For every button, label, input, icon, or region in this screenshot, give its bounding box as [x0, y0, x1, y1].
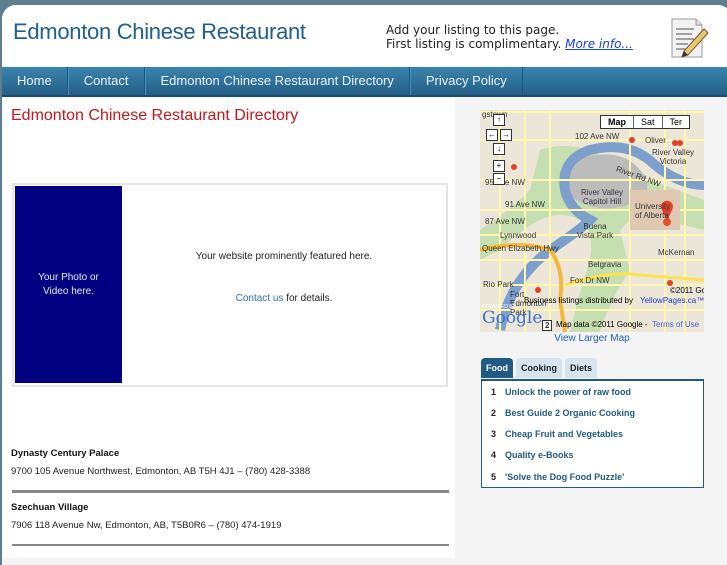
- map-label: Belgravia: [588, 260, 622, 269]
- map-label: Lynnwood: [500, 231, 537, 240]
- list-item-number: 3: [491, 429, 497, 439]
- map-label: River Valley Victoria: [651, 148, 695, 166]
- route-shield: 2: [542, 320, 553, 331]
- list-item-link[interactable]: Unlock the power of raw food: [505, 387, 631, 397]
- map-label: 102 Ave NW: [575, 132, 620, 141]
- map-copyright: ©2011 Google -: [670, 286, 704, 295]
- pan-right-icon[interactable]: →: [500, 129, 512, 141]
- map-data-text: Map data ©2011 Google -: [556, 320, 648, 329]
- photo-placeholder: Your Photo or Video here.: [15, 186, 122, 383]
- promo-line-2: First listing is complimentary. More inf…: [386, 37, 633, 51]
- listing-item: Dynasty Century Palace 9700 105 Avenue N…: [11, 448, 310, 477]
- contact-us-link[interactable]: Contact us: [236, 293, 284, 304]
- map-type-map[interactable]: Map: [601, 116, 634, 128]
- map-type-control: Map Sat Ter: [600, 115, 691, 129]
- listing-divider: [12, 490, 449, 493]
- pan-up-icon[interactable]: ↑: [493, 114, 505, 126]
- map-label: Fox Dr NW: [570, 276, 610, 285]
- terms-of-use-link[interactable]: Terms of Use: [652, 320, 699, 329]
- promo-line-2-text: First listing is complimentary.: [386, 37, 562, 51]
- pan-left-icon[interactable]: ←: [486, 129, 498, 141]
- more-info-link[interactable]: More info...: [565, 37, 633, 51]
- listing-item: Szechuan Village 7906 118 Avenue Nw, Edm…: [11, 502, 281, 531]
- listing-address: 7906 118 Avenue Nw, Edmonton, AB, T5B0R6…: [11, 520, 282, 531]
- zoom-out-icon[interactable]: −: [493, 173, 505, 185]
- pan-down-icon[interactable]: ↓: [493, 143, 505, 155]
- list-item: 5 'Solve the Dog Food Puzzle': [491, 472, 624, 482]
- tab-food[interactable]: Food: [481, 358, 513, 378]
- featured-listing-box: Your Photo or Video here. Your website p…: [12, 183, 448, 387]
- main-nav: Home Contact Edmonton Chinese Restaurant…: [2, 67, 727, 97]
- listing-name: Szechuan Village: [11, 502, 89, 513]
- featured-text: Your website prominently featured here.: [195, 251, 373, 262]
- map-type-ter[interactable]: Ter: [663, 116, 690, 128]
- list-item: 1 Unlock the power of raw food: [491, 387, 631, 397]
- listing-name: Dynasty Century Palace: [11, 448, 120, 459]
- google-map[interactable]: gstown 102 Ave NW Oliver River Valley Vi…: [480, 110, 704, 332]
- list-item-link[interactable]: Best Guide 2 Organic Cooking: [505, 408, 635, 418]
- view-larger-map-link[interactable]: View Larger Map: [480, 333, 704, 344]
- listing-address: 9700 105 Avenue Northwest, Edmonton, AB …: [11, 466, 311, 477]
- list-item-link[interactable]: Cheap Fruit and Vegetables: [505, 429, 623, 439]
- list-item-number: 4: [491, 450, 497, 460]
- business-listings-text: Business listings distributed by: [524, 296, 633, 305]
- list-item: 2 Best Guide 2 Organic Cooking: [491, 408, 635, 418]
- contact-suffix: for details.: [283, 293, 333, 304]
- list-item-number: 5: [491, 472, 497, 482]
- header: Edmonton Chinese Restaurant Add your lis…: [2, 5, 727, 66]
- page-title: Edmonton Chinese Restaurant Directory: [11, 107, 299, 124]
- list-item-link[interactable]: Quality e-Books: [505, 450, 574, 460]
- map-label: Queen Elizabeth Hwy: [482, 244, 559, 253]
- map-type-sat[interactable]: Sat: [634, 116, 663, 128]
- site-title[interactable]: Edmonton Chinese Restaurant: [13, 19, 306, 45]
- google-logo[interactable]: Google: [482, 308, 542, 328]
- nav-item-directory[interactable]: Edmonton Chinese Restaurant Directory: [144, 67, 410, 95]
- tab-cooking[interactable]: Cooking: [516, 358, 562, 378]
- map-label: 87 Ave NW: [485, 217, 525, 226]
- list-item: 4 Quality e-Books: [491, 450, 574, 460]
- map-label: Oliver: [645, 136, 666, 145]
- nav-item-contact[interactable]: Contact: [67, 67, 145, 95]
- notepad-pencil-icon[interactable]: [666, 15, 710, 61]
- promo-text: Add your listing to this page. First lis…: [386, 23, 633, 51]
- sidebar-tabs: Food Cooking Diets: [481, 358, 598, 378]
- promo-line-1: Add your listing to this page.: [386, 23, 560, 37]
- listing-divider: [12, 544, 449, 546]
- main-content: Edmonton Chinese Restaurant Directory Yo…: [3, 98, 455, 558]
- map-label: University of Alberta: [635, 202, 671, 220]
- zoom-in-icon[interactable]: +: [493, 160, 505, 172]
- list-item-number: 2: [491, 408, 497, 418]
- photo-placeholder-text: Your Photo or Video here.: [38, 271, 99, 297]
- tab-diets[interactable]: Diets: [565, 358, 598, 378]
- list-item-link[interactable]: 'Solve the Dog Food Puzzle': [505, 472, 624, 482]
- map-label: River Valley Capitol Hill: [580, 188, 624, 206]
- list-item: 3 Cheap Fruit and Vegetables: [491, 429, 623, 439]
- map-label: 91 Ave NW: [505, 200, 545, 209]
- feature-contact: Contact us for details.: [124, 293, 444, 304]
- map-label: Rio Park: [483, 280, 514, 289]
- list-item-number: 1: [491, 387, 497, 397]
- map-label: Buena Vista Park: [576, 222, 614, 240]
- map-label: McKernan: [658, 248, 695, 257]
- yellowpages-link[interactable]: YellowPages.ca™: [640, 296, 704, 305]
- tab-panel-food: 1 Unlock the power of raw food 2 Best Guid…: [481, 379, 704, 488]
- nav-item-privacy-policy[interactable]: Privacy Policy: [409, 67, 523, 95]
- nav-item-home[interactable]: Home: [2, 67, 68, 95]
